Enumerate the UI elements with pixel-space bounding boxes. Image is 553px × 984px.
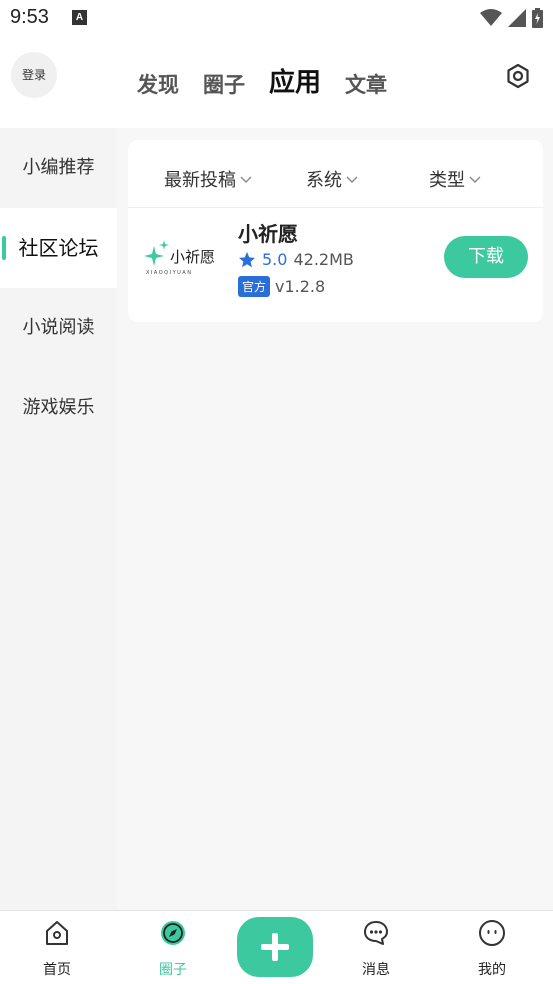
star-icon	[239, 251, 255, 267]
nav-tabs: 发现 圈子 应用 文章	[137, 62, 411, 99]
chevron-down-icon	[469, 176, 481, 183]
tab-articles[interactable]: 文章	[345, 69, 387, 99]
app-tags: 官方 v1.2.8	[238, 276, 325, 297]
system-filter[interactable]: 系统	[306, 166, 359, 192]
face-icon	[479, 920, 505, 946]
app-name: 小祈愿	[238, 222, 298, 246]
type-filter[interactable]: 类型	[429, 166, 482, 192]
logo-subtext: XIAOQIYUAN	[146, 270, 192, 276]
bottom-tab-messages[interactable]: 消息	[336, 911, 416, 984]
status-bar: 9:53 A	[0, 0, 553, 38]
app-list-area: 最新投稿 系统 类型 小祈愿 XIAOQIYUAN 小祈愿 5.0 42.2MB…	[117, 128, 553, 910]
chevron-down-icon	[346, 176, 358, 183]
top-nav: 登录 发现 圈子 应用 文章	[0, 40, 553, 120]
compass-icon	[161, 921, 185, 945]
status-time: 9:53	[10, 6, 49, 28]
tab-circle[interactable]: 圈子	[203, 69, 245, 99]
login-button[interactable]: 登录	[11, 52, 57, 98]
app-rating: 5.0	[262, 250, 288, 269]
bottom-tab-home[interactable]: 首页	[17, 911, 97, 984]
system-filter-label: 系统	[306, 170, 342, 191]
sort-filter-label: 最新投稿	[164, 170, 236, 191]
app-meta: 5.0 42.2MB	[238, 250, 354, 269]
official-badge: 官方	[238, 276, 271, 297]
app-list-item[interactable]: 小祈愿 XIAOQIYUAN 小祈愿 5.0 42.2MB 官方 v1.2.8 …	[128, 210, 543, 320]
bottom-tab-label: 消息	[362, 962, 390, 978]
app-card: 最新投稿 系统 类型 小祈愿 XIAOQIYUAN 小祈愿 5.0 42.2MB…	[128, 140, 543, 322]
sparkle-logo-icon: 小祈愿 XIAOQIYUAN	[144, 240, 215, 276]
chevron-down-icon	[240, 176, 252, 183]
sidebar-item-games[interactable]: 游戏娱乐	[0, 368, 117, 448]
home-icon	[46, 921, 68, 945]
filter-row: 最新投稿 系统 类型	[128, 140, 543, 208]
wifi-icon	[480, 9, 502, 26]
bottom-tab-label: 圈子	[159, 962, 187, 978]
download-button[interactable]: 下载	[444, 236, 528, 278]
tab-discover[interactable]: 发现	[137, 69, 179, 99]
sort-filter[interactable]: 最新投稿	[164, 166, 253, 192]
bottom-tab-label: 我的	[478, 962, 506, 978]
type-filter-label: 类型	[429, 170, 465, 191]
status-icons	[480, 8, 543, 28]
bottom-tab-profile[interactable]: 我的	[452, 911, 532, 984]
notification-a-icon: A	[72, 10, 87, 25]
bottom-nav: 首页 圈子 消息 我的	[0, 910, 553, 984]
active-indicator	[2, 236, 6, 260]
plus-icon	[261, 933, 289, 961]
settings-icon	[507, 63, 529, 89]
bottom-tab-label: 首页	[43, 962, 71, 978]
signal-icon	[508, 9, 526, 27]
app-version: v1.2.8	[275, 277, 326, 296]
logo-text: 小祈愿	[170, 248, 215, 266]
sidebar-item-editor-picks[interactable]: 小编推荐	[0, 128, 117, 208]
sidebar-item-forum[interactable]: 社区论坛	[0, 208, 117, 288]
add-button[interactable]	[237, 917, 313, 977]
app-size: 42.2MB	[293, 250, 354, 269]
app-logo: 小祈愿 XIAOQIYUAN	[142, 234, 222, 278]
chat-icon	[364, 921, 388, 945]
tab-apps[interactable]: 应用	[269, 62, 321, 99]
sidebar-item-novels[interactable]: 小说阅读	[0, 288, 117, 368]
category-sidebar: 小编推荐 社区论坛 小说阅读 游戏娱乐	[0, 128, 117, 910]
sidebar-item-label: 社区论坛	[18, 236, 99, 260]
bottom-tab-circle[interactable]: 圈子	[133, 911, 213, 984]
settings-button[interactable]	[504, 62, 532, 90]
battery-icon	[532, 8, 543, 28]
